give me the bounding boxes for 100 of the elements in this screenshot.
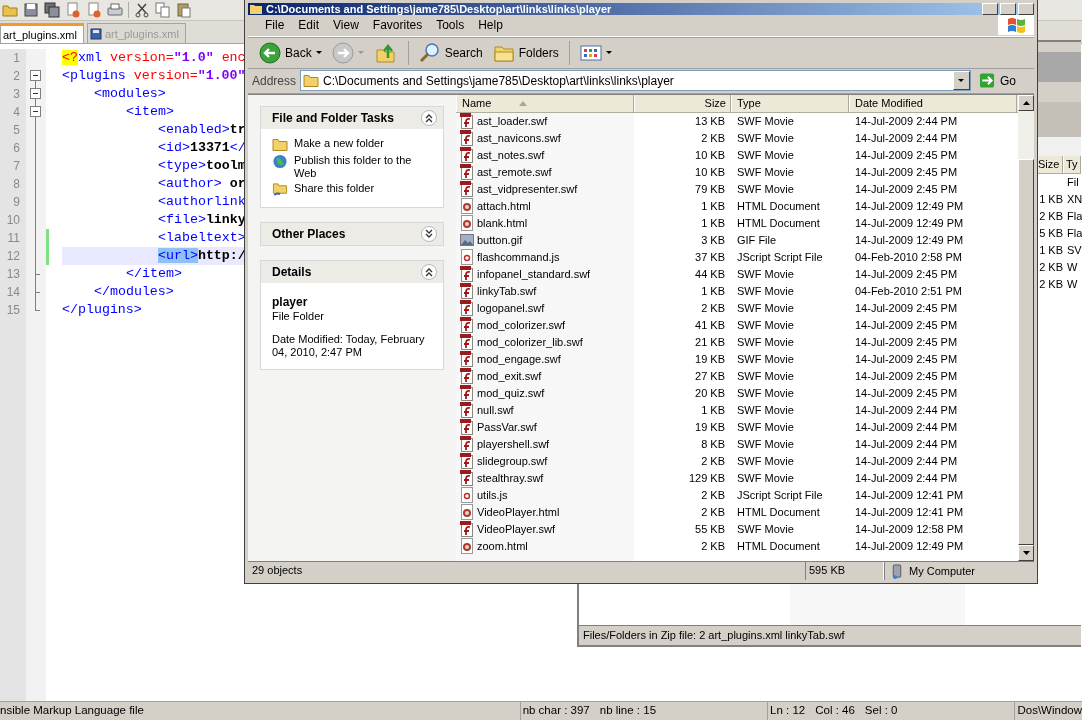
task-link[interactable]: Share this folder	[294, 181, 375, 195]
save-all-icon[interactable]	[44, 2, 60, 18]
menu-item[interactable]: Edit	[291, 18, 327, 33]
menu-item[interactable]: Favorites	[365, 18, 430, 33]
menu-item[interactable]: Help	[471, 18, 510, 33]
file-name[interactable]: utils.js	[477, 486, 508, 504]
column-header[interactable]: Ty	[1063, 156, 1081, 173]
file-name[interactable]: ast_notes.swf	[477, 146, 545, 164]
file-name[interactable]: mod_quiz.swf	[477, 384, 545, 402]
file-name[interactable]: linkyTab.swf	[477, 282, 537, 300]
file-size: 79 KB	[694, 181, 726, 197]
file-name[interactable]: blank.html	[477, 214, 528, 232]
file-size: 2 KB	[1039, 210, 1063, 222]
file-name[interactable]: mod_colorizer.swf	[477, 316, 566, 334]
file-name[interactable]: ast_remote.swf	[477, 163, 552, 181]
flash-file-icon	[460, 283, 474, 300]
file-name[interactable]: VideoPlayer.html	[477, 503, 560, 521]
file-type: Fil	[1066, 175, 1080, 190]
file-type: SWF Movie	[736, 351, 795, 367]
file-name[interactable]: flashcommand.js	[477, 248, 560, 266]
close-button[interactable]	[1018, 3, 1034, 15]
search-button[interactable]: Search	[415, 41, 486, 64]
scroll-up-button[interactable]	[1018, 94, 1034, 111]
flash-file-icon	[460, 419, 474, 436]
panel-header[interactable]: Details	[261, 260, 443, 283]
details-date: Date Modified: Today, February 04, 2010, 2:47 PM	[272, 332, 426, 359]
file-name[interactable]: mod_engage.swf	[477, 350, 561, 368]
file-name[interactable]: ast_loader.swf	[477, 112, 548, 130]
dropdown-button[interactable]	[953, 71, 970, 91]
caret-icon	[315, 50, 322, 55]
web-page-icon	[460, 504, 474, 521]
collapse-icon[interactable]	[30, 106, 41, 117]
file-name[interactable]: ast_navicons.swf	[477, 129, 561, 147]
scrollbar[interactable]	[1018, 94, 1034, 562]
status-text: 29 objects	[251, 563, 304, 579]
column-header[interactable]: Size	[634, 94, 731, 112]
file-name[interactable]: PassVar.swf	[477, 418, 537, 436]
column-header[interactable]: Name	[456, 94, 634, 112]
file-name[interactable]: infopanel_standard.swf	[477, 265, 591, 283]
status-text: Sel : 0	[864, 703, 898, 718]
print-icon[interactable]	[107, 2, 123, 18]
panel-header[interactable]: Other Places	[261, 222, 443, 245]
script-file-icon	[460, 249, 474, 266]
collapse-icon[interactable]	[30, 88, 41, 99]
globe-icon	[272, 153, 288, 169]
menu-item[interactable]: View	[326, 18, 366, 33]
go-button[interactable]: Go	[975, 73, 1030, 89]
file-name[interactable]: mod_colorizer_lib.swf	[477, 333, 583, 351]
folders-button[interactable]: Folders	[489, 41, 562, 64]
folder-icon	[272, 136, 288, 152]
close-document-icon[interactable]	[65, 2, 81, 18]
file-date: 14-Jul-2009 2:44 PM	[854, 453, 959, 469]
file-date: 04-Feb-2010 2:51 PM	[854, 283, 963, 299]
line-number: 1	[12, 50, 21, 67]
line-number: 10	[5, 212, 21, 229]
minimize-button[interactable]	[982, 3, 998, 15]
file-name[interactable]: button.gif	[477, 231, 523, 249]
maximize-button[interactable]	[1000, 3, 1016, 15]
file-type: XN	[1066, 192, 1082, 207]
menu-item[interactable]: Tools	[429, 18, 472, 33]
file-name[interactable]: VideoPlayer.swf	[477, 520, 556, 538]
scroll-down-button[interactable]	[1018, 545, 1034, 562]
collapse-icon[interactable]	[30, 70, 41, 81]
copy-icon[interactable]	[155, 2, 171, 18]
status-text: My Computer	[909, 563, 976, 579]
file-name[interactable]: null.swf	[477, 401, 514, 419]
file-type: SWF Movie	[736, 266, 795, 282]
save-icon[interactable]	[23, 2, 39, 18]
paste-icon[interactable]	[176, 2, 192, 18]
column-header[interactable]: Type	[731, 94, 849, 112]
line-number: 2	[12, 68, 21, 85]
menu-item[interactable]: File	[258, 18, 292, 33]
file-size: 2 KB	[700, 504, 726, 520]
address-field[interactable]: C:\Documents and Settings\jame785\Desktop\art\links\links\player	[300, 70, 971, 92]
file-size: 37 KB	[694, 249, 726, 265]
file-name[interactable]: zoom.html	[477, 537, 528, 555]
code-line: </modules>	[93, 283, 175, 301]
arrow-icon	[979, 73, 995, 89]
file-name[interactable]: stealthray.swf	[477, 469, 544, 487]
file-name[interactable]: mod_exit.swf	[477, 367, 542, 385]
file-date: 14-Jul-2009 2:45 PM	[854, 147, 959, 163]
panel-title: Details	[272, 264, 312, 279]
file-name[interactable]: ast_vidpresenter.swf	[477, 180, 578, 198]
code-line: <enabled>tr	[157, 121, 245, 139]
line-number: 15	[5, 302, 21, 319]
scroll-thumb[interactable]	[1018, 158, 1034, 546]
file-name[interactable]: attach.html	[477, 197, 531, 215]
file-name[interactable]: playershell.swf	[477, 435, 550, 453]
file-name[interactable]: logopanel.swf	[477, 299, 545, 317]
file-type: HTML Document	[736, 538, 821, 554]
task-link[interactable]: Publish this folder to the Web	[294, 153, 433, 180]
cut-icon[interactable]	[134, 2, 150, 18]
column-header[interactable]: Date Modified	[849, 94, 1017, 112]
file-name[interactable]: slidegroup.swf	[477, 452, 548, 470]
panel-header[interactable]: File and Folder Tasks	[261, 106, 443, 129]
back-button[interactable]: Back	[256, 41, 325, 64]
line-number: 4	[12, 104, 21, 121]
file-tab[interactable]: art_plugins.xml	[0, 23, 84, 43]
close-all-icon[interactable]	[86, 2, 102, 18]
task-link[interactable]: Make a new folder	[294, 136, 384, 150]
